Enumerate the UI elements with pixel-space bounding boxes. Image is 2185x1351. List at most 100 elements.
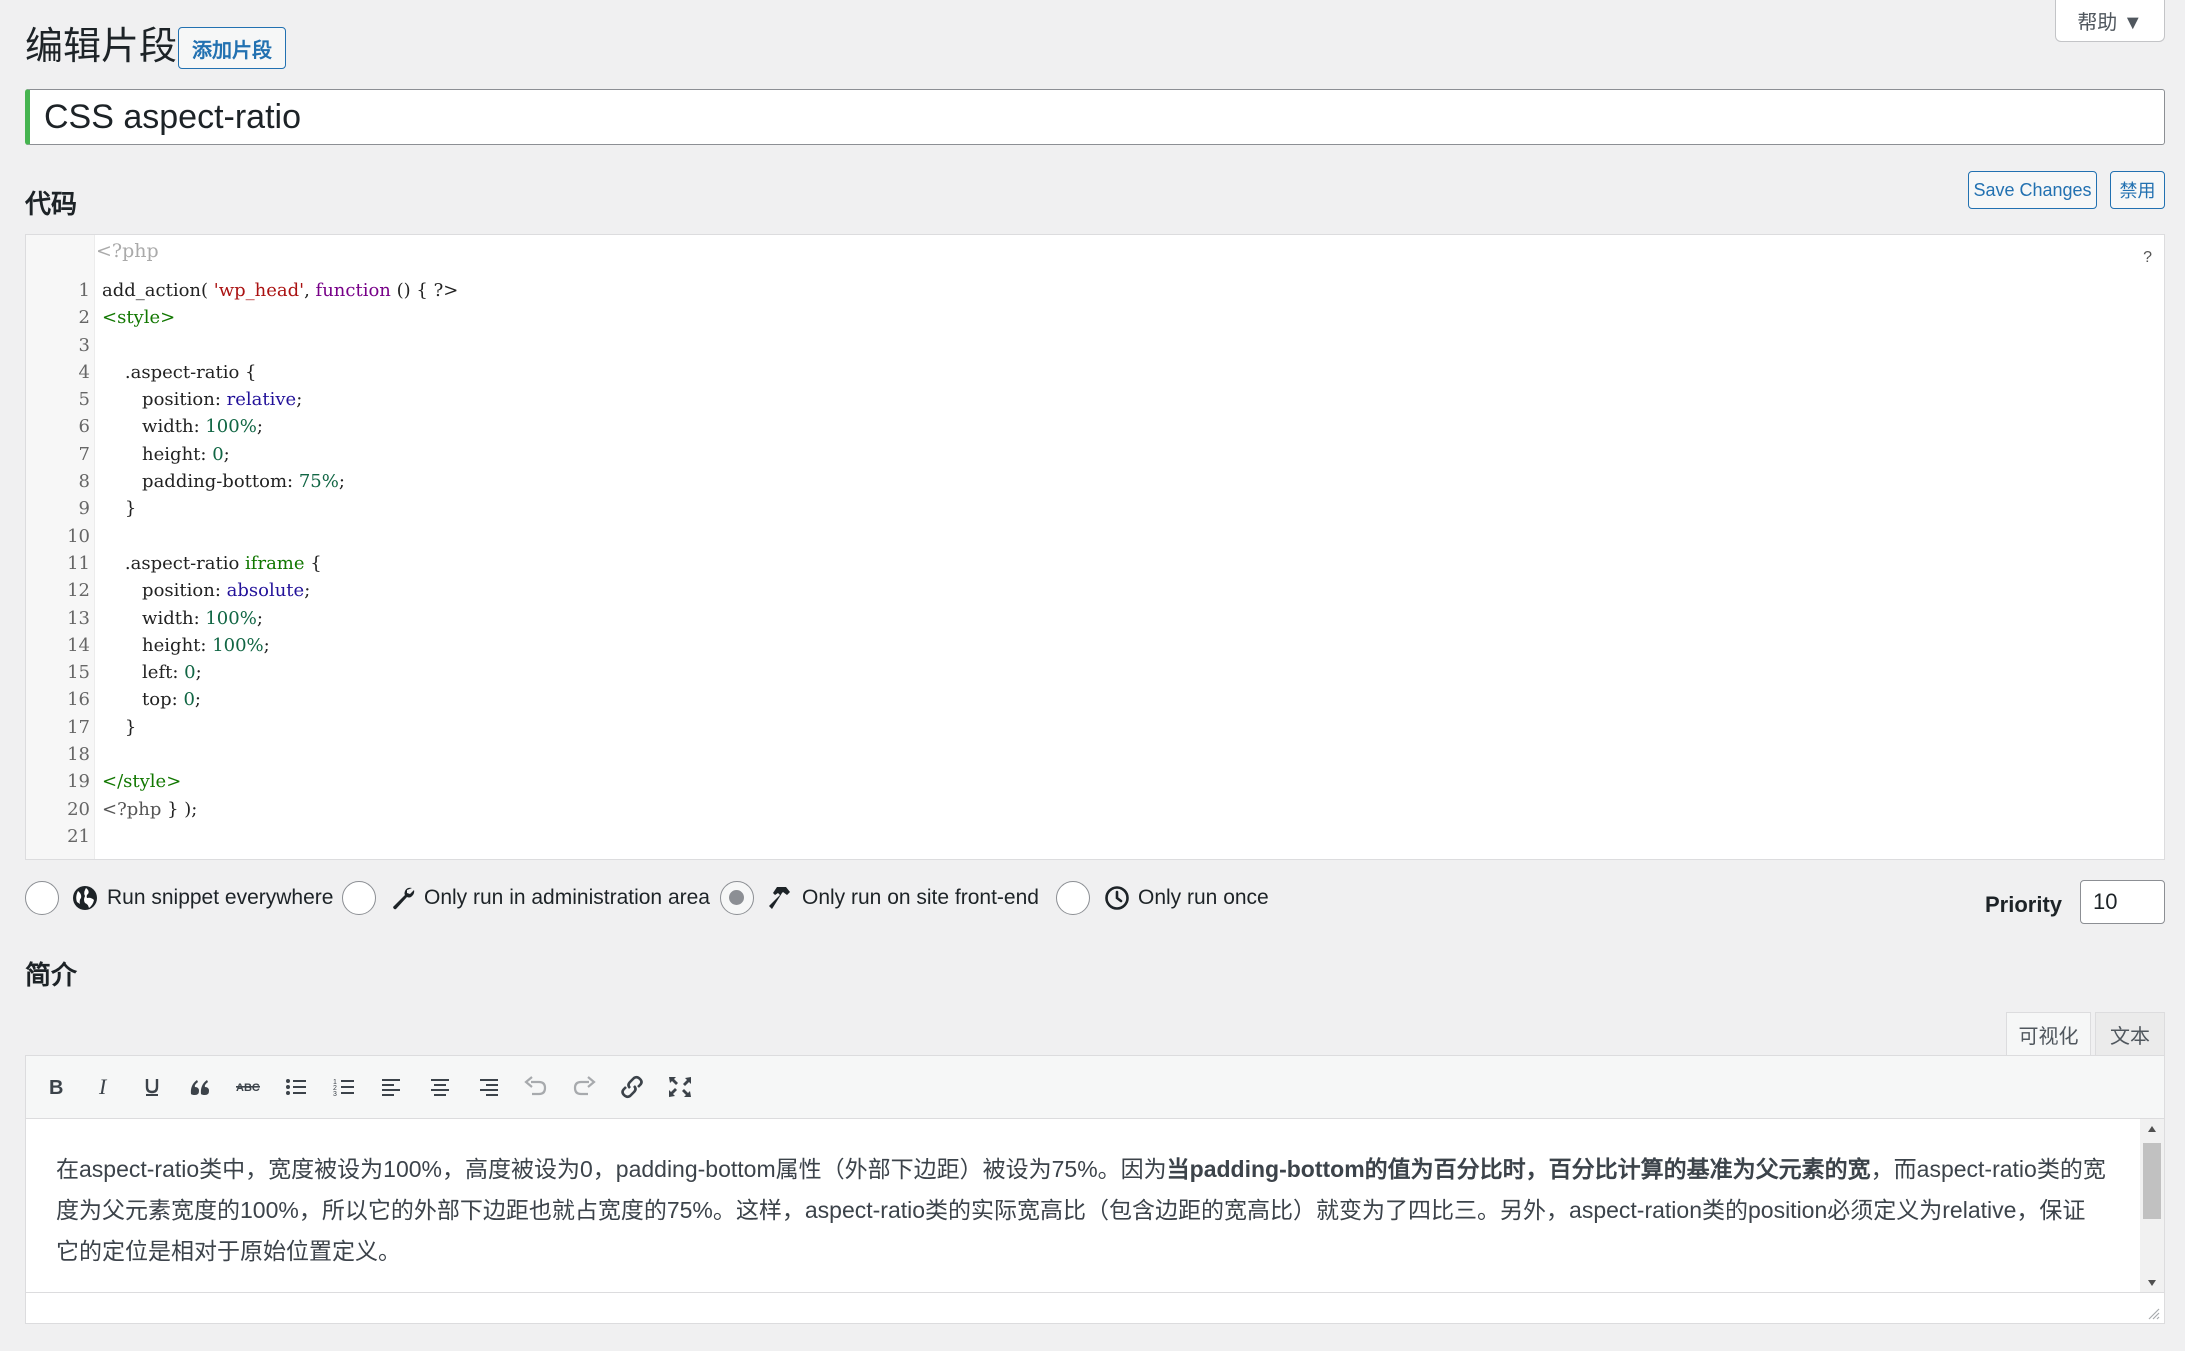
bullet-list-icon (286, 1079, 306, 1095)
php-open-tag: <?php (96, 240, 159, 262)
code-line[interactable]: 9 } (26, 495, 2164, 522)
description-scrollbar[interactable] (2140, 1119, 2164, 1294)
radio-run-everywhere[interactable] (25, 881, 59, 915)
code-heading: 代码 (25, 189, 78, 219)
run-admin-label: Only run in administration area (424, 886, 710, 909)
line-number: 1 (78, 280, 90, 301)
code-line[interactable]: 6 width: 100%; (26, 413, 2164, 440)
code-line[interactable]: 18 (26, 741, 2164, 768)
line-number: 2 (78, 307, 90, 329)
line-code: width: 100%; (102, 607, 263, 629)
redo-button[interactable] (567, 1070, 601, 1104)
radio-run-once[interactable] (1056, 881, 1090, 915)
line-number: 20 (67, 798, 90, 820)
clock-icon (1105, 886, 1129, 910)
editor-help-icon[interactable]: ? (2143, 249, 2152, 267)
redo-icon (573, 1076, 596, 1096)
line-code: </style> (102, 771, 182, 793)
fullscreen-icon (669, 1077, 691, 1097)
code-line[interactable]: 19 </style> (26, 768, 2164, 795)
line-number: 8 (78, 471, 90, 493)
radio-run-frontend[interactable] (720, 881, 754, 915)
code-line[interactable]: 14 height: 100%; (26, 632, 2164, 659)
line-number: 19 (67, 771, 90, 793)
line-number: 6 (78, 416, 90, 438)
code-line[interactable]: 11 .aspect-ratio iframe { (26, 550, 2164, 577)
bold-button[interactable]: B (39, 1070, 73, 1104)
align-center-button[interactable] (423, 1070, 457, 1104)
globe-icon (73, 886, 97, 910)
undo-button[interactable] (519, 1070, 553, 1104)
line-code: position: absolute; (102, 580, 311, 602)
code-line[interactable]: 16 top: 0; (26, 686, 2164, 713)
scroll-down-arrow-icon[interactable] (2147, 1279, 2157, 1287)
bold-icon: B (49, 1077, 63, 1098)
priority-input[interactable] (2080, 880, 2165, 924)
page-title: 编辑片段 (25, 26, 178, 68)
add-snippet-button[interactable]: 添加片段 (178, 27, 286, 69)
code-line[interactable]: 13 width: 100%; (26, 605, 2164, 632)
code-line[interactable]: 8 padding-bottom: 75%; (26, 468, 2164, 495)
line-code: position: relative; (102, 389, 303, 411)
code-line[interactable]: 1 add_action( 'wp_head', function () { ?> (26, 277, 2164, 304)
code-line[interactable]: 2 <style> (26, 304, 2164, 331)
code-line[interactable]: 7 height: 0; (26, 441, 2164, 468)
align-left-button[interactable] (375, 1070, 409, 1104)
tab-visual[interactable]: 可视化 (2006, 1012, 2091, 1056)
align-left-icon (382, 1079, 400, 1096)
line-number: 11 (67, 552, 90, 574)
strikethrough-button[interactable]: ABC (231, 1070, 265, 1104)
blockquote-icon (190, 1080, 209, 1095)
code-line[interactable]: 15 left: 0; (26, 659, 2164, 686)
radio-run-admin[interactable] (342, 881, 376, 915)
snippet-title-input[interactable] (25, 89, 2165, 145)
line-code: height: 0; (102, 443, 230, 465)
align-right-button[interactable] (471, 1070, 505, 1104)
help-button[interactable]: 帮助 ▼ (2055, 0, 2165, 42)
code-line[interactable]: 20 <?php } ); (26, 796, 2164, 823)
line-code: <style> (102, 307, 176, 329)
disable-button[interactable]: 禁用 (2110, 171, 2165, 209)
line-code: } (102, 498, 137, 520)
svg-text:I: I (98, 1076, 108, 1098)
code-line[interactable]: 3 (26, 332, 2164, 359)
underline-icon (145, 1079, 159, 1096)
code-line[interactable]: 17 } (26, 714, 2164, 741)
italic-icon: I (98, 1076, 108, 1098)
code-editor[interactable]: <?php ? 1 add_action( 'wp_head', function… (25, 234, 2165, 860)
run-once-label: Only run once (1138, 886, 1269, 909)
blockquote-button[interactable] (183, 1070, 217, 1104)
align-right-icon (480, 1079, 498, 1096)
line-code: .aspect-ratio { (102, 361, 257, 383)
scrollbar-thumb[interactable] (2143, 1143, 2161, 1219)
insert-link-button[interactable] (615, 1070, 649, 1104)
bullet-list-button[interactable] (279, 1070, 313, 1104)
numbered-list-button[interactable]: 123 (327, 1070, 361, 1104)
description-text[interactable]: 在aspect-ratio类中，宽度被设为100%，高度被设为0，padding… (56, 1149, 2106, 1272)
italic-button[interactable]: I (87, 1070, 121, 1104)
line-number: 7 (78, 443, 90, 465)
svg-text:ABC: ABC (236, 1082, 260, 1094)
underline-button[interactable] (135, 1070, 169, 1104)
run-everywhere-label: Run snippet everywhere (107, 886, 334, 909)
save-changes-button[interactable]: Save Changes (1968, 171, 2097, 209)
line-code: left: 0; (102, 662, 202, 684)
code-line[interactable]: 4 .aspect-ratio { (26, 359, 2164, 386)
tab-text[interactable]: 文本 (2095, 1012, 2165, 1056)
link-icon (621, 1075, 643, 1099)
wrench-icon (393, 887, 415, 910)
line-number: 15 (67, 662, 90, 684)
line-code: } (102, 716, 137, 738)
scroll-up-arrow-icon[interactable] (2147, 1125, 2157, 1133)
code-line[interactable]: 10 (26, 523, 2164, 550)
description-editor[interactable]: 在aspect-ratio类中，宽度被设为100%，高度被设为0，padding… (25, 1118, 2165, 1324)
fullscreen-button[interactable] (663, 1070, 697, 1104)
resize-handle-icon[interactable] (2146, 1306, 2160, 1320)
line-number: 5 (78, 389, 90, 411)
code-line[interactable]: 21 (26, 823, 2164, 850)
code-line[interactable]: 5 position: relative; (26, 386, 2164, 413)
code-line[interactable]: 12 position: absolute; (26, 577, 2164, 604)
line-number: 9 (78, 498, 90, 520)
description-heading: 简介 (25, 960, 78, 990)
align-center-icon (431, 1079, 449, 1096)
